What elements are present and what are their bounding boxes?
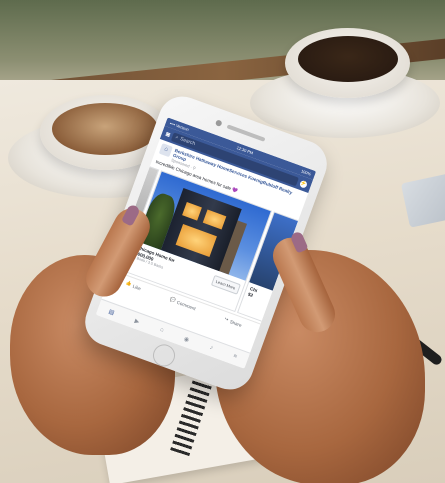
like-icon: 👍	[124, 280, 133, 288]
messenger-icon[interactable]: ⚡	[299, 179, 309, 189]
front-camera	[214, 119, 223, 127]
coffee-right	[298, 36, 398, 82]
speaker-grille	[226, 124, 266, 142]
marketplace-icon[interactable]: ⌂	[159, 327, 164, 334]
window-light	[202, 209, 227, 230]
share-button[interactable]: ↪ Share	[223, 317, 243, 329]
comment-icon: 💬	[169, 296, 177, 304]
comment-label: Comment	[176, 299, 197, 312]
video-icon[interactable]: ▶	[134, 317, 141, 325]
camera-icon[interactable]: ◙	[165, 130, 171, 138]
like-label: Like	[132, 283, 142, 292]
window-light	[175, 224, 217, 258]
news-feed-icon[interactable]: ▤	[108, 308, 116, 317]
page-avatar[interactable]: ⌂	[158, 143, 173, 158]
search-placeholder: Search	[179, 136, 197, 148]
groups-icon[interactable]: ◉	[183, 335, 190, 343]
like-button[interactable]: 👍 Like	[125, 281, 142, 292]
share-label: Share	[229, 318, 243, 328]
window-light	[181, 202, 202, 221]
coffee-left	[52, 103, 158, 155]
comment-button[interactable]: 💬 Comment	[169, 297, 197, 312]
menu-icon[interactable]: ≡	[232, 353, 237, 360]
heart-emoji: 💜	[231, 187, 239, 194]
notifications-icon[interactable]: ♪	[209, 345, 214, 352]
